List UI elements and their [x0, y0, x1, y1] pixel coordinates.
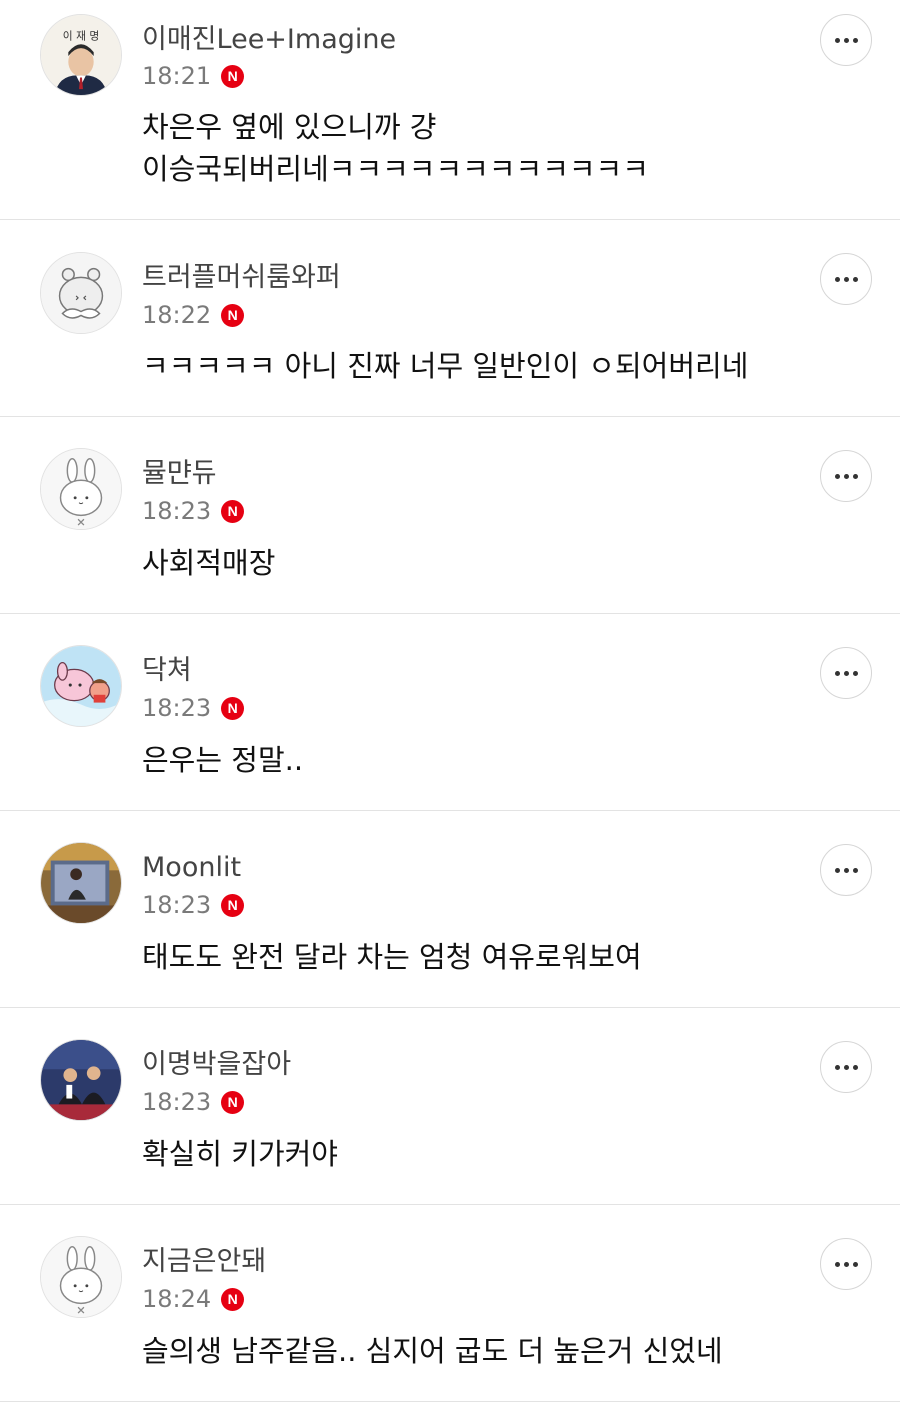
avatar[interactable]	[40, 1236, 122, 1318]
avatar[interactable]	[40, 252, 122, 334]
comment-time: 18:24	[142, 1285, 212, 1313]
comment-time: 18:21	[142, 62, 212, 90]
more-dot	[852, 1261, 858, 1267]
comment-item: Moonlit 18:23 N 태도도 완전 달라 차는 엄청 여유로워보여	[0, 811, 900, 1008]
more-options-button[interactable]	[820, 647, 872, 699]
more-dot	[852, 37, 858, 43]
comment-author[interactable]: Moonlit	[142, 854, 241, 881]
comment-item: 지금은안돼 18:24 N 슬의생 남주같음.. 심지어 굽도 더 높은거 신었…	[0, 1205, 900, 1402]
more-dot	[852, 473, 858, 479]
comment-meta: 18:22 N	[142, 301, 245, 329]
comment-item: 트러플머쉬룸와퍼 18:22 N ㅋㅋㅋㅋㅋ 아니 진짜 너무 일반인이 ㅇ되어…	[0, 220, 900, 417]
more-horizontal-icon	[834, 1261, 840, 1267]
comment-author[interactable]: 닥쳐	[142, 657, 192, 684]
more-dot	[843, 670, 849, 676]
avatar[interactable]	[40, 1039, 122, 1121]
comment-meta: 18:21 N	[142, 62, 245, 90]
comment-time: 18:23	[142, 891, 212, 919]
comment-time: 18:23	[142, 497, 212, 525]
naver-n-badge-icon: N	[221, 696, 245, 720]
naver-n-badge-icon: N	[221, 1287, 245, 1311]
comment-text: 차은우 옆에 있으니까 걍 이승국되버리네ㅋㅋㅋㅋㅋㅋㅋㅋㅋㅋㅋㅋ	[142, 110, 649, 186]
comment-meta: 18:24 N	[142, 1285, 245, 1313]
more-dot	[843, 1261, 849, 1267]
naver-n-badge-icon: N	[221, 1090, 245, 1114]
comment-author[interactable]: 뮬먄듀	[142, 460, 217, 487]
naver-n-badge-icon: N	[221, 64, 245, 88]
more-dot	[852, 867, 858, 873]
avatar[interactable]: 이 재 명	[40, 14, 122, 96]
avatar[interactable]	[40, 842, 122, 924]
comment-item: 뮬먄듀 18:23 N 사회적매장	[0, 417, 900, 614]
comment-item: 닥쳐 18:23 N 은우는 정말..	[0, 614, 900, 811]
more-horizontal-icon	[834, 37, 840, 43]
more-dot	[843, 867, 849, 873]
more-dot	[843, 276, 849, 282]
comment-author[interactable]: 트러플머쉬룸와퍼	[142, 264, 341, 291]
avatar[interactable]	[40, 448, 122, 530]
comment-text: 사회적매장	[142, 546, 276, 580]
more-horizontal-icon	[834, 1064, 840, 1070]
comment-meta: 18:23 N	[142, 891, 245, 919]
more-dot	[852, 1064, 858, 1070]
comment-text: 태도도 완전 달라 차는 엄청 여유로워보여	[142, 940, 642, 974]
naver-n-badge-icon: N	[221, 303, 245, 327]
comment-text: 슬의생 남주같음.. 심지어 굽도 더 높은거 신었네	[142, 1334, 723, 1368]
comment-item: 이 재 명 이매진Lee+Imagine 18:21 N 차은우 옆에 있으니까…	[0, 0, 900, 220]
more-dot	[852, 276, 858, 282]
more-dot	[852, 670, 858, 676]
more-options-button[interactable]	[820, 1238, 872, 1290]
more-dot	[843, 473, 849, 479]
comment-author[interactable]: 이매진Lee+Imagine	[142, 26, 396, 53]
naver-n-badge-icon: N	[221, 893, 245, 917]
more-horizontal-icon	[834, 473, 840, 479]
more-horizontal-icon	[834, 670, 840, 676]
comment-author[interactable]: 지금은안돼	[142, 1248, 266, 1275]
more-options-button[interactable]	[820, 1041, 872, 1093]
more-options-button[interactable]	[820, 253, 872, 305]
comment-item: 이명박을잡아 18:23 N 확실히 키가커야	[0, 1008, 900, 1205]
more-options-button[interactable]	[820, 844, 872, 896]
comment-meta: 18:23 N	[142, 694, 245, 722]
more-options-button[interactable]	[820, 450, 872, 502]
more-horizontal-icon	[834, 276, 840, 282]
comment-time: 18:22	[142, 301, 212, 329]
comment-text: 확실히 키가커야	[142, 1137, 338, 1171]
more-horizontal-icon	[834, 867, 840, 873]
avatar[interactable]	[40, 645, 122, 727]
comment-meta: 18:23 N	[142, 1088, 245, 1116]
avatar-caption: 이 재 명	[63, 29, 99, 42]
comment-text: ㅋㅋㅋㅋㅋ 아니 진짜 너무 일반인이 ㅇ되어버리네	[142, 349, 749, 383]
naver-n-badge-icon: N	[221, 499, 245, 523]
comment-text: 은우는 정말..	[142, 743, 304, 777]
comment-time: 18:23	[142, 1088, 212, 1116]
more-dot	[843, 37, 849, 43]
comment-time: 18:23	[142, 694, 212, 722]
comment-author[interactable]: 이명박을잡아	[142, 1051, 291, 1078]
comment-meta: 18:23 N	[142, 497, 245, 525]
more-dot	[843, 1064, 849, 1070]
more-options-button[interactable]	[820, 14, 872, 66]
